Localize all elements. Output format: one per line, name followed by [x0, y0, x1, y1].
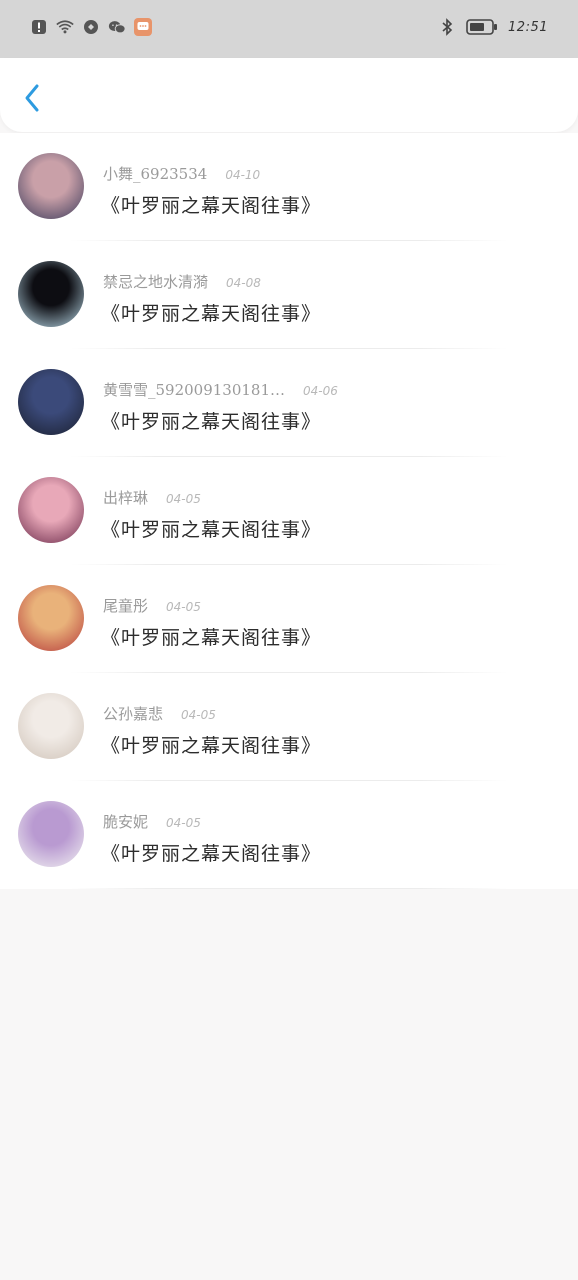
message-list: 小舞_6923534 04-10 《叶罗丽之幕天阁往事》 禁忌之地水清漪 04-… [0, 133, 578, 889]
wifi-icon [56, 18, 74, 36]
message-app-icon [134, 18, 152, 36]
status-bar-right: 12:51 [438, 18, 548, 36]
list-item[interactable]: 小舞_6923534 04-10 《叶罗丽之幕天阁往事》 [0, 133, 578, 241]
list-item-meta: 脆安妮 04-05 [103, 811, 201, 832]
list-item[interactable]: 公孙嘉悲 04-05 《叶罗丽之幕天阁往事》 [0, 673, 578, 781]
message-date: 04-10 [225, 168, 261, 182]
list-item[interactable]: 脆安妮 04-05 《叶罗丽之幕天阁往事》 [0, 781, 578, 889]
message-text: 《叶罗丽之幕天阁往事》 [101, 195, 322, 217]
avatar [18, 261, 84, 327]
alert-icon [30, 18, 48, 36]
list-item[interactable]: 黄雪雪_592009130181… 04-06 《叶罗丽之幕天阁往事》 [0, 349, 578, 457]
avatar [18, 477, 84, 543]
avatar [18, 693, 84, 759]
sender-name: 小舞_6923534 [103, 165, 208, 183]
list-item-meta: 尾童彤 04-05 [103, 595, 201, 616]
avatar [18, 801, 84, 867]
message-date: 04-05 [166, 816, 201, 830]
message-date: 04-06 [303, 384, 338, 398]
avatar [18, 585, 84, 651]
sender-name: 黄雪雪_592009130181… [103, 381, 286, 399]
back-button[interactable] [14, 80, 50, 116]
message-date: 04-08 [226, 276, 261, 290]
list-item-meta: 公孙嘉悲 04-05 [103, 703, 216, 724]
list-item-meta: 禁忌之地水清漪 04-08 [103, 271, 261, 292]
list-item[interactable]: 禁忌之地水清漪 04-08 《叶罗丽之幕天阁往事》 [0, 241, 578, 349]
status-time: 12:51 [508, 19, 548, 35]
sender-name: 脆安妮 [103, 813, 149, 831]
status-bar: 12:51 [0, 0, 578, 60]
avatar [18, 369, 84, 435]
message-text: 《叶罗丽之幕天阁往事》 [101, 519, 322, 541]
list-item[interactable]: 尾童彤 04-05 《叶罗丽之幕天阁往事》 [0, 565, 578, 673]
message-text: 《叶罗丽之幕天阁往事》 [101, 411, 322, 433]
message-date: 04-05 [181, 708, 216, 722]
message-text: 《叶罗丽之幕天阁往事》 [101, 843, 322, 865]
battery-icon [466, 18, 498, 36]
list-item-meta: 小舞_6923534 04-10 [103, 163, 260, 184]
shield-icon [82, 18, 100, 36]
sender-name: 尾童彤 [103, 597, 149, 615]
list-item-meta: 出梓琳 04-05 [103, 487, 201, 508]
chevron-left-icon [25, 84, 39, 112]
wechat-icon [108, 18, 126, 36]
avatar [18, 153, 84, 219]
sender-name: 出梓琳 [103, 489, 149, 507]
message-date: 04-05 [166, 600, 201, 614]
message-text: 《叶罗丽之幕天阁往事》 [101, 627, 322, 649]
divider [70, 888, 508, 889]
message-date: 04-05 [166, 492, 201, 506]
list-item[interactable]: 出梓琳 04-05 《叶罗丽之幕天阁往事》 [0, 457, 578, 565]
sender-name: 公孙嘉悲 [103, 705, 164, 723]
sender-name: 禁忌之地水清漪 [103, 273, 209, 291]
header-bar [0, 58, 578, 132]
status-bar-left [30, 18, 152, 36]
message-text: 《叶罗丽之幕天阁往事》 [101, 303, 322, 325]
bluetooth-icon [438, 18, 456, 36]
message-text: 《叶罗丽之幕天阁往事》 [101, 735, 322, 757]
list-item-meta: 黄雪雪_592009130181… 04-06 [103, 379, 338, 400]
